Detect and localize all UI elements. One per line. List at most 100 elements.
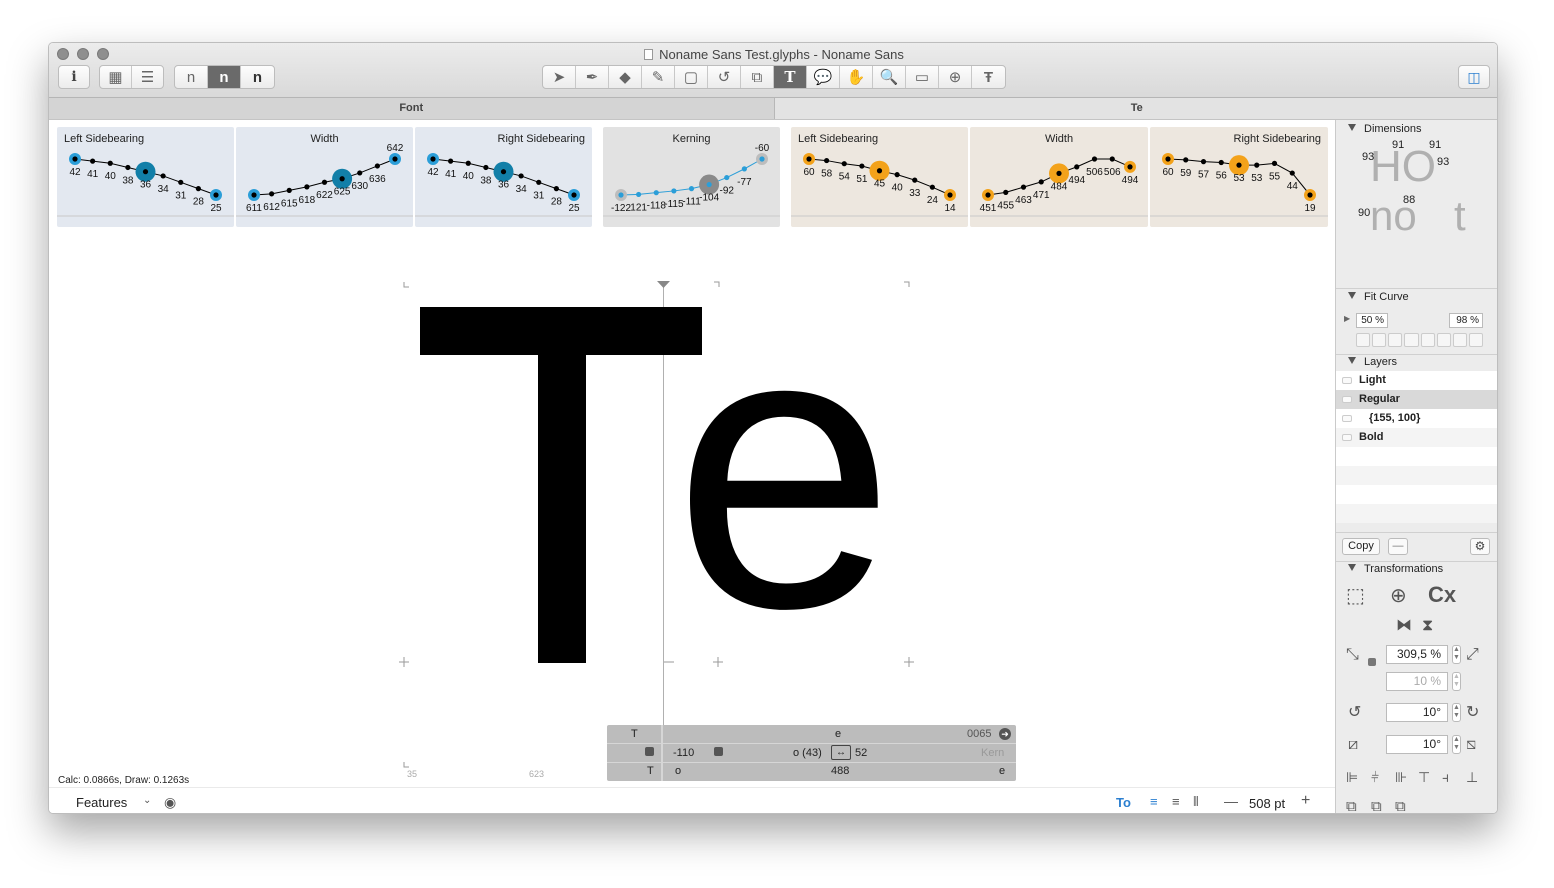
scale-down-icon[interactable]: ⤡ (1346, 646, 1359, 664)
features-menu[interactable]: Features (76, 795, 127, 810)
left-group[interactable]: T (647, 765, 654, 777)
vertical-text-icon[interactable]: ⦀ (1193, 794, 1199, 810)
rotate-field[interactable]: 10° (1386, 703, 1448, 722)
eraser-tool-icon[interactable]: ◆ (609, 66, 642, 88)
dimension-h-bar-value[interactable]: 91 (1392, 139, 1404, 151)
origin-crosshair-icon[interactable]: ⊕ (1390, 586, 1407, 606)
next-glyph-arrow-icon[interactable]: ➜ (999, 728, 1011, 740)
fit-curve-preset-button[interactable] (1356, 333, 1371, 347)
kern-pair-value[interactable]: o (43) (793, 747, 822, 759)
mirror-horizontal-icon[interactable]: ⧓ (1396, 617, 1412, 635)
zoom-tool-icon[interactable]: 🔍 (873, 66, 906, 88)
width-value[interactable]: 488 (831, 765, 849, 777)
align-right-icon[interactable]: ≡ (1172, 794, 1180, 809)
remove-layer-button[interactable]: — (1388, 538, 1408, 555)
intersect-paths-icon[interactable]: ⧉ (1395, 798, 1406, 813)
align-left-icon[interactable]: ≡ (1150, 794, 1158, 809)
fit-curve-max-field[interactable]: 98 % (1449, 313, 1483, 328)
rotate-ccw-icon[interactable]: ↺ (1348, 704, 1361, 722)
align-vertical-center-icon[interactable]: ⫞ (1442, 768, 1449, 786)
mirror-vertical-icon[interactable]: ⧗ (1422, 617, 1433, 635)
align-horizontal-center-icon[interactable]: ⫩ (1371, 768, 1379, 786)
slant-left-icon[interactable]: ⧄ (1348, 736, 1358, 754)
select-tool-icon[interactable]: ➤ (543, 66, 576, 88)
layer-settings-gear-icon[interactable]: ⚙ (1470, 538, 1490, 555)
fit-curve-min-field[interactable]: 50 % (1356, 313, 1388, 328)
text-direction-button[interactable]: To (1116, 795, 1131, 810)
kern-lock-icon[interactable] (714, 747, 723, 756)
layers-header[interactable]: Layers (1348, 356, 1397, 368)
layer-row[interactable]: Regular (1336, 390, 1497, 409)
transformations-header[interactable]: Transformations (1348, 563, 1443, 575)
info-button[interactable]: i (58, 65, 90, 89)
fit-curve-preset-button[interactable] (1388, 333, 1403, 347)
hand-tool-icon[interactable]: ✋ (840, 66, 873, 88)
tab-te[interactable]: Te (775, 98, 1498, 119)
text-tool-button[interactable]: T (774, 66, 807, 88)
tab-font[interactable]: Font (49, 98, 775, 119)
measurement-tool-icon[interactable]: ▭ (906, 66, 939, 88)
align-top-edges-icon[interactable]: ⊤ (1418, 768, 1430, 786)
fit-curve-play-icon[interactable]: ▶ (1344, 314, 1350, 323)
grid-view-icon[interactable]: ▦ (100, 66, 132, 88)
slant-field[interactable]: 10° (1386, 735, 1448, 754)
edit-canvas[interactable]: T e 35 623 (49, 227, 1335, 797)
layer-visibility-icon[interactable] (1342, 415, 1352, 422)
align-left-edges-icon[interactable]: ⊫ (1346, 768, 1358, 786)
scale-stepper[interactable]: ▲ ▼ (1452, 645, 1461, 664)
fit-curve-preset-button[interactable] (1420, 333, 1435, 347)
text-format-tool-icon[interactable]: Ŧ (972, 66, 1005, 88)
slant-stepper[interactable]: ▲ ▼ (1452, 735, 1461, 754)
align-right-edges-icon[interactable]: ⊪ (1395, 768, 1407, 786)
pen-tool-icon[interactable]: ✒ (576, 66, 609, 88)
zoom-out-button[interactable]: — (1224, 793, 1238, 809)
preview-regular-button[interactable]: n (208, 66, 241, 88)
zoom-in-button[interactable]: + (1301, 792, 1310, 810)
o-group[interactable]: o (675, 765, 681, 777)
scale-lock-icon[interactable] (1368, 658, 1376, 666)
annotation-tool-icon[interactable]: 💬 (807, 66, 840, 88)
lock-icon[interactable] (645, 747, 654, 756)
fit-curve-preset-button[interactable] (1468, 333, 1483, 347)
zoom-level[interactable]: 508 pt (1249, 796, 1285, 811)
align-bottom-edges-icon[interactable]: ⊥ (1466, 768, 1478, 786)
toggle-sidebar-icon[interactable]: ◫ (1458, 65, 1490, 89)
rectangle-tool-icon[interactable]: ▢ (675, 66, 708, 88)
kern-value[interactable]: 52 (855, 747, 867, 759)
fit-curve-preset-button[interactable] (1452, 333, 1467, 347)
right-group[interactable]: e (999, 765, 1005, 777)
pencil-tool-icon[interactable]: ✎ (642, 66, 675, 88)
scale-field[interactable]: 309,5 % (1386, 645, 1448, 664)
eye-icon[interactable]: ◉ (164, 794, 176, 811)
fit-curve-preset-button[interactable] (1404, 333, 1419, 347)
dimension-o-value[interactable]: 91 (1429, 139, 1441, 151)
fit-curve-preset-button[interactable] (1436, 333, 1451, 347)
scale-tool-icon[interactable]: ⧉ (741, 66, 774, 88)
layer-visibility-icon[interactable] (1342, 396, 1352, 403)
layer-row[interactable]: Light (1336, 371, 1497, 390)
slant-right-icon[interactable]: ⧅ (1466, 736, 1476, 754)
anchor-tool-icon[interactable]: ⊕ (939, 66, 972, 88)
dimension-o-lower-value[interactable]: 88 (1403, 194, 1415, 206)
layer-visibility-icon[interactable] (1342, 377, 1352, 384)
copy-layer-button[interactable]: Copy (1342, 538, 1380, 555)
list-view-icon[interactable]: ☰ (132, 66, 163, 88)
dimensions-header[interactable]: Dimensions (1348, 123, 1421, 135)
union-paths-icon[interactable]: ⧉ (1346, 798, 1357, 813)
rotate-tool-icon[interactable]: ↺ (708, 66, 741, 88)
rotate-stepper[interactable]: ▲ ▼ (1452, 703, 1461, 722)
fit-curve-header[interactable]: Fit Curve (1348, 291, 1409, 303)
dimension-n-stem-value[interactable]: 90 (1358, 207, 1370, 219)
left-kern-value[interactable]: -110 (673, 747, 694, 759)
layer-row[interactable]: Bold (1336, 428, 1497, 447)
fit-curve-preset-button[interactable] (1372, 333, 1387, 347)
center-x-button[interactable]: Cx (1428, 584, 1456, 606)
kern-handle-icon[interactable]: ↔ (831, 745, 851, 760)
dimension-h-stem-value[interactable]: 93 (1362, 151, 1374, 163)
chevron-down-icon[interactable]: ⌄ (143, 795, 151, 806)
rotate-cw-icon[interactable]: ↻ (1466, 704, 1479, 722)
dimension-o-stem-value[interactable]: 93 (1437, 156, 1449, 168)
subtract-paths-icon[interactable]: ⧉ (1371, 798, 1382, 813)
layer-row[interactable]: {155, 100} (1336, 409, 1497, 428)
scale-y-stepper[interactable]: ▲ ▼ (1452, 672, 1461, 691)
